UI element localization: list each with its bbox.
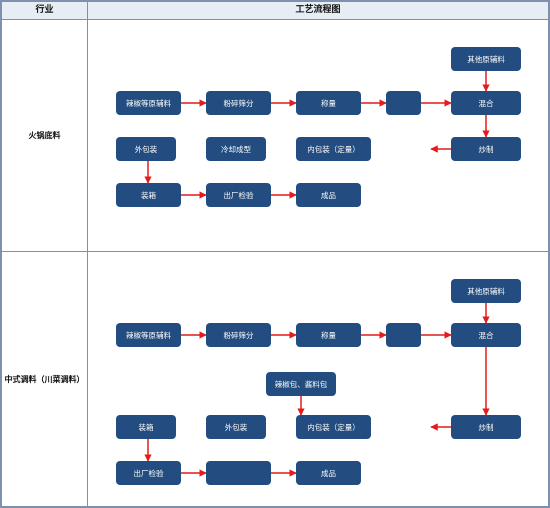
header-industry: 行业 [2, 2, 88, 20]
box-mix-inlet-2 [386, 323, 421, 347]
box-carton: 装箱 [116, 183, 181, 207]
box-fry-2: 炒制 [451, 415, 521, 439]
box-product-2-a [206, 461, 271, 485]
box-weigh: 称量 [296, 91, 361, 115]
box-other-materials: 其他原辅料 [451, 47, 521, 71]
document: 行业 工艺流程图 火锅底料 [0, 0, 550, 508]
box-inner-pack-2: 内包装（定量） [296, 415, 371, 439]
box-inner-pack: 内包装（定量） [296, 137, 371, 161]
header-flowchart: 工艺流程图 [88, 2, 549, 20]
layout-table: 行业 工艺流程图 火锅底料 [1, 1, 549, 507]
box-product-2: 成品 [296, 461, 361, 485]
box-chili-materials-2: 辣椒等原辅料 [116, 323, 181, 347]
box-product: 成品 [296, 183, 361, 207]
row-label-chinese-seasoning: 中式调料（川菜调料） [2, 252, 88, 507]
box-weigh-2: 称量 [296, 323, 361, 347]
box-mix-inlet [386, 91, 421, 115]
box-mix-2: 混合 [451, 323, 521, 347]
box-mix: 混合 [451, 91, 521, 115]
box-outer-pack-2: 外包装 [206, 415, 266, 439]
box-chili-sauce-pack: 辣椒包、酱料包 [266, 372, 336, 396]
box-other-materials-2: 其他原辅料 [451, 279, 521, 303]
box-cool-form: 冷却成型 [206, 137, 266, 161]
box-outer-pack: 外包装 [116, 137, 176, 161]
box-inspect: 出厂检验 [206, 183, 271, 207]
flowchart-hotpot: 其他原辅料 辣椒等原辅料 粉碎筛分 称量 混合 外包装 冷却成型 内包装（定量）… [88, 20, 549, 252]
box-grind-sieve: 粉碎筛分 [206, 91, 271, 115]
box-fry: 炒制 [451, 137, 521, 161]
row-label-hotpot: 火锅底料 [2, 20, 88, 252]
box-carton-2: 装箱 [116, 415, 176, 439]
box-chili-materials: 辣椒等原辅料 [116, 91, 181, 115]
box-grind-sieve-2: 粉碎筛分 [206, 323, 271, 347]
flowchart-chinese-seasoning: 其他原辅料 辣椒等原辅料 粉碎筛分 称量 混合 辣椒包、酱料包 装箱 外包装 内… [88, 252, 549, 507]
box-inspect-2: 出厂检验 [116, 461, 181, 485]
